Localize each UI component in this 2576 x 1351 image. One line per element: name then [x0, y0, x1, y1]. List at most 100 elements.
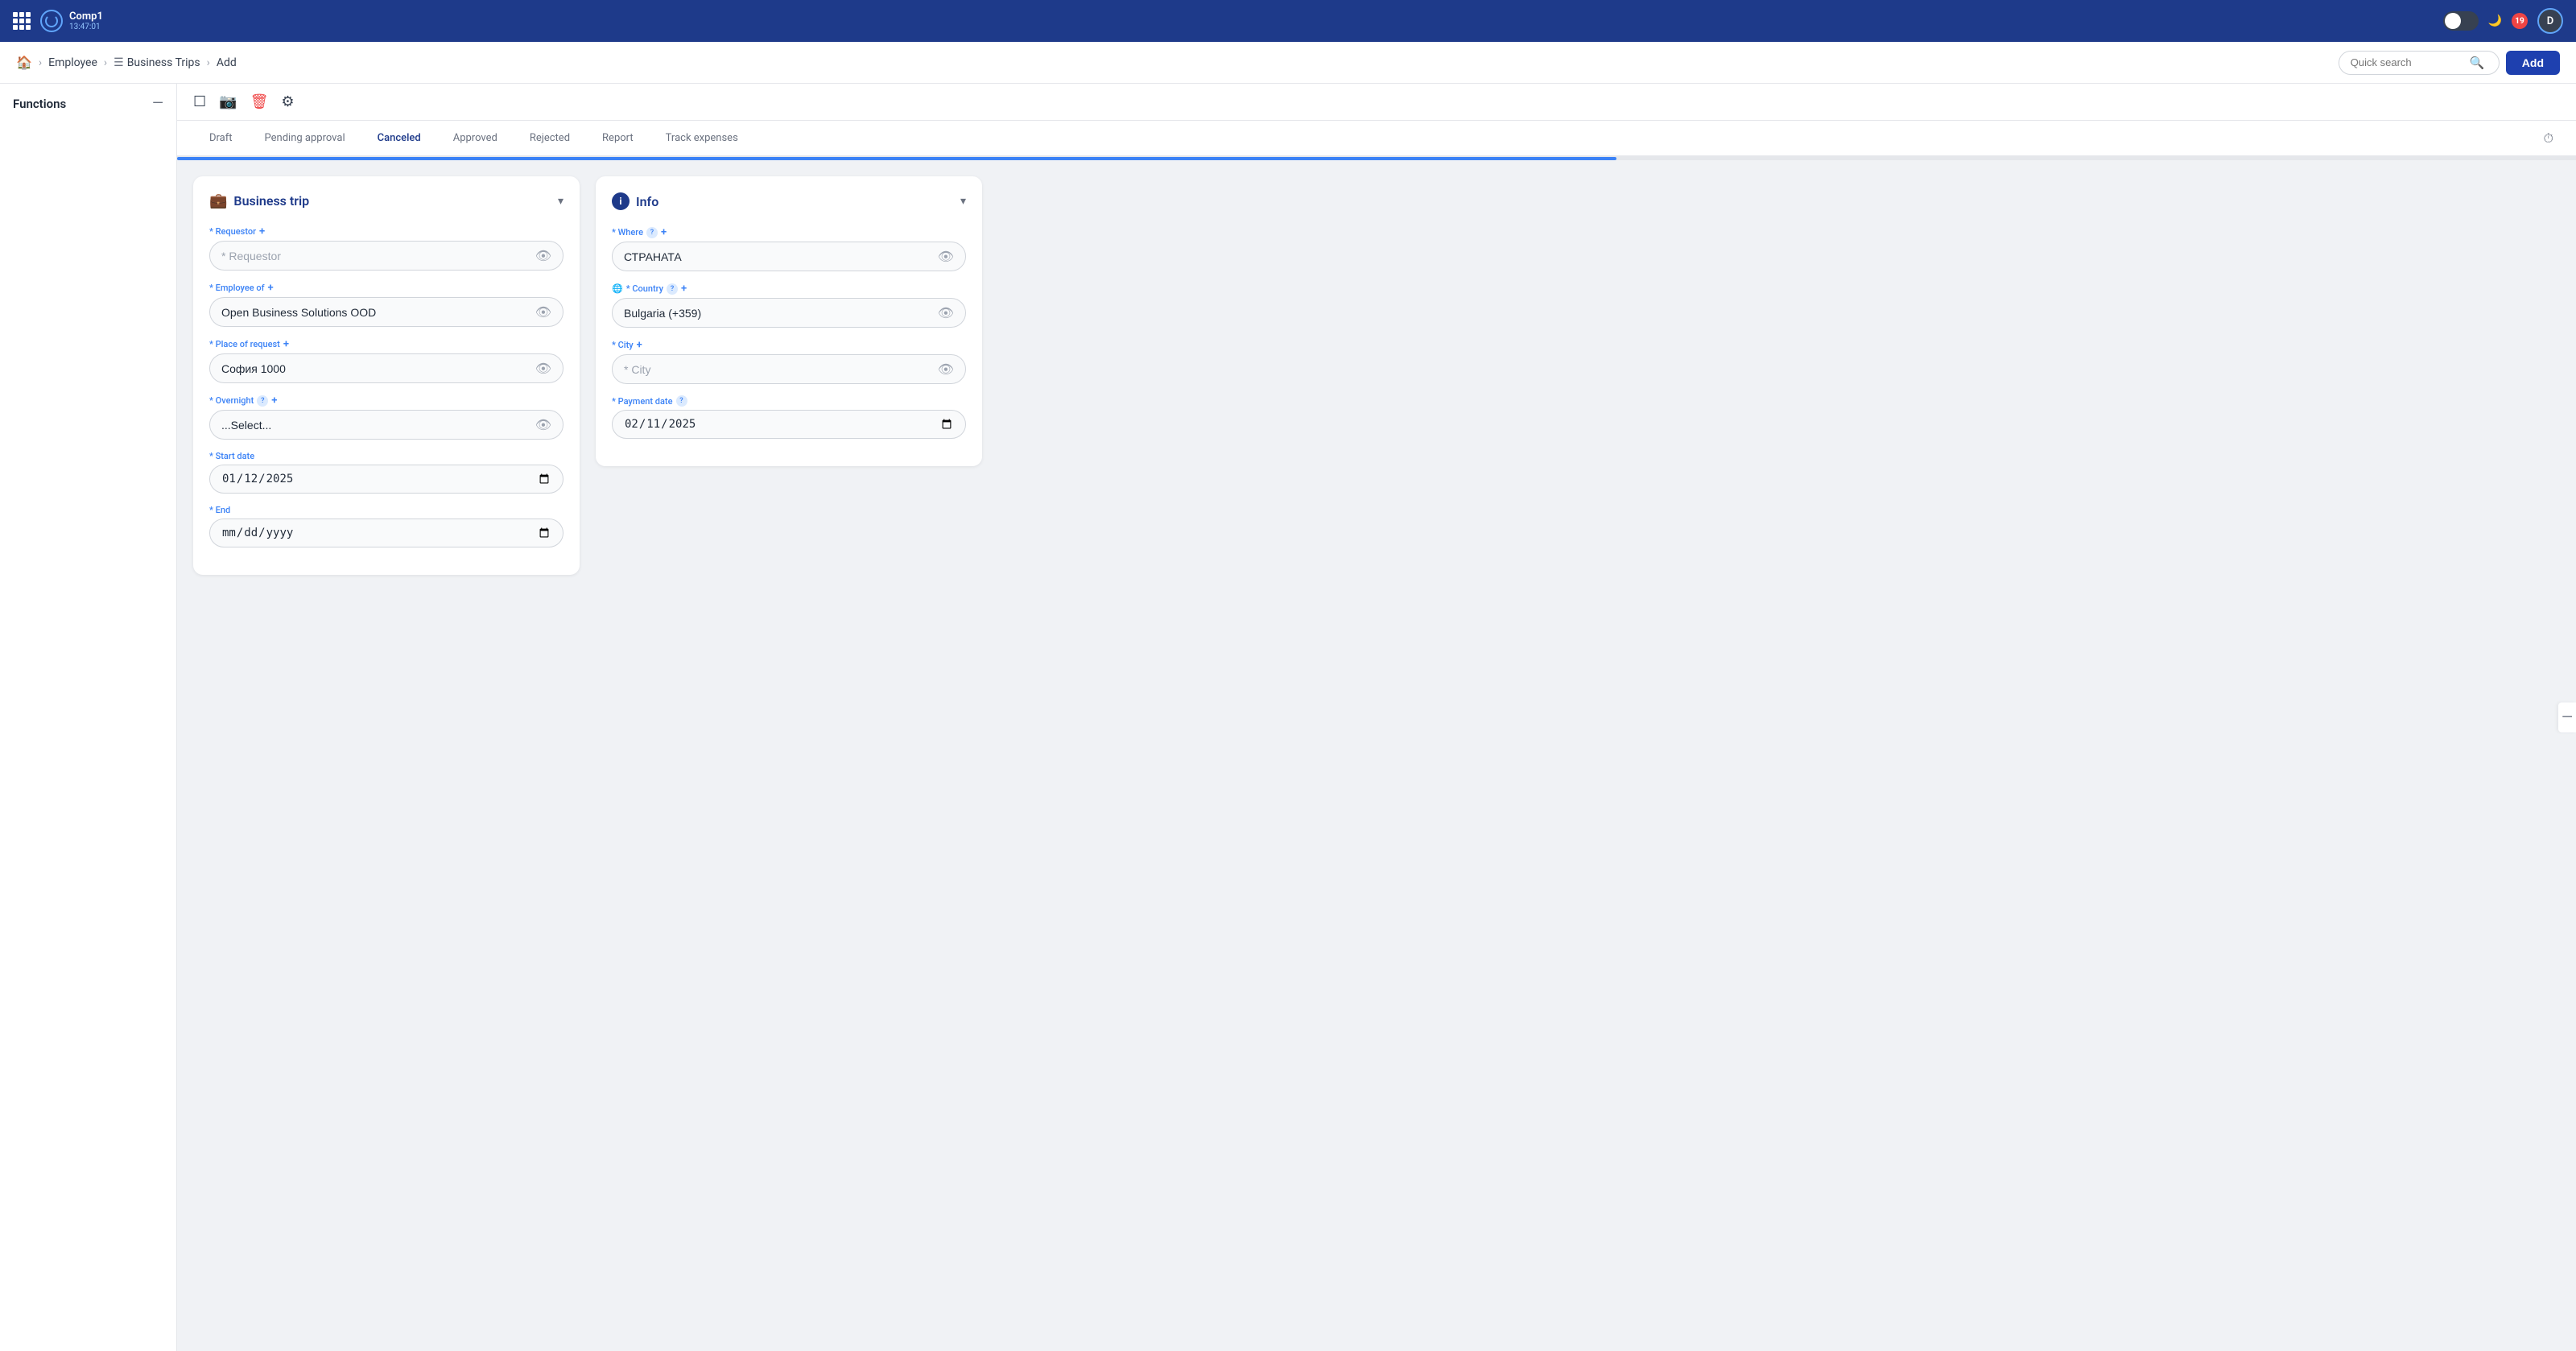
tab-approved[interactable]: Approved — [437, 121, 514, 157]
requestor-eye-icon[interactable]: 👁 — [535, 248, 551, 263]
overnight-input-wrap[interactable]: 👁 — [209, 410, 564, 440]
end-date-field: * End — [209, 505, 564, 547]
payment-date-input[interactable] — [624, 417, 954, 432]
info-card-header: i Info ▾ — [612, 192, 966, 210]
where-label: * Where ? + — [612, 226, 966, 238]
brand-logo — [40, 10, 63, 32]
search-icon: 🔍 — [2470, 56, 2485, 70]
breadcrumb-business-trips[interactable]: Business Trips — [127, 56, 200, 69]
tab-rejected[interactable]: Rejected — [514, 121, 586, 157]
tab-report[interactable]: Report — [586, 121, 650, 157]
city-eye-icon[interactable]: 👁 — [938, 362, 954, 377]
employee-of-input[interactable] — [221, 306, 535, 319]
brand: Comp1 13:47:01 — [40, 10, 103, 32]
grid-menu-icon[interactable] — [13, 12, 31, 30]
business-trip-title: 💼 Business trip — [209, 192, 309, 209]
business-trip-collapse-button[interactable]: ▾ — [558, 195, 564, 208]
search-input-wrap[interactable]: 🔍 — [2339, 51, 2500, 75]
user-avatar[interactable]: D — [2537, 8, 2563, 34]
delete-icon[interactable]: 🗑 — [250, 93, 269, 110]
employee-of-eye-icon[interactable]: 👁 — [535, 304, 551, 320]
content-area: ☐ 📷 🗑 ⚙ Draft Pending approval Canceled … — [177, 84, 2576, 591]
sidebar-header: Functions — — [0, 97, 176, 121]
notification-badge[interactable]: 19 — [2512, 13, 2528, 29]
requestor-field: * Requestor + 👁 — [209, 225, 564, 271]
briefcase-icon: 💼 — [209, 192, 227, 209]
place-of-request-input[interactable] — [221, 362, 535, 375]
info-title: i Info — [612, 192, 658, 210]
place-of-request-add-button[interactable]: + — [283, 338, 289, 350]
overnight-add-button[interactable]: + — [271, 395, 277, 407]
payment-date-input-wrap[interactable] — [612, 410, 966, 439]
info-icon: i — [612, 192, 630, 210]
place-of-request-eye-icon[interactable]: 👁 — [535, 361, 551, 376]
sidebar-collapse-button[interactable]: — — [152, 97, 163, 111]
breadcrumb-bar: 🏠 › Employee › ☰ Business Trips › Add 🔍 … — [0, 42, 2576, 84]
requestor-add-button[interactable]: + — [259, 225, 265, 238]
tab-pending-approval[interactable]: Pending approval — [249, 121, 361, 157]
city-input[interactable] — [624, 363, 938, 376]
end-date-input[interactable] — [221, 526, 551, 540]
end-date-label: * End — [209, 505, 564, 515]
country-add-button[interactable]: + — [681, 283, 687, 295]
start-date-label: * Start date — [209, 451, 564, 461]
add-button[interactable]: Add — [2506, 51, 2560, 75]
where-eye-icon[interactable]: 👁 — [938, 249, 954, 264]
tab-draft[interactable]: Draft — [193, 121, 249, 157]
form-toolbar: ☐ 📷 🗑 ⚙ — [177, 84, 2576, 121]
where-input[interactable] — [624, 250, 938, 263]
save-icon[interactable]: 📷 — [219, 93, 237, 110]
country-label: 🌐 * Country ? + — [612, 283, 966, 295]
tab-scroll-button[interactable]: ⏱ — [2537, 124, 2560, 153]
payment-date-help-icon[interactable]: ? — [676, 395, 687, 407]
city-input-wrap[interactable]: 👁 — [612, 354, 966, 384]
payment-date-field: * Payment date ? — [612, 395, 966, 439]
new-doc-icon[interactable]: ☐ — [193, 93, 206, 110]
where-help-icon[interactable]: ? — [646, 227, 658, 238]
breadcrumb-add: Add — [217, 56, 237, 69]
home-link[interactable]: 🏠 — [16, 55, 32, 70]
where-input-wrap[interactable]: 👁 — [612, 242, 966, 271]
city-field: * City + 👁 — [612, 339, 966, 384]
theme-toggle[interactable] — [2443, 11, 2479, 31]
tab-canceled[interactable]: Canceled — [361, 121, 437, 157]
requestor-input[interactable] — [221, 250, 535, 262]
city-add-button[interactable]: + — [637, 339, 642, 351]
where-field: * Where ? + 👁 — [612, 226, 966, 271]
start-date-input[interactable] — [221, 472, 551, 486]
where-add-button[interactable]: + — [661, 226, 667, 238]
info-collapse-button[interactable]: ▾ — [960, 195, 966, 208]
overnight-input[interactable] — [221, 419, 535, 432]
city-label: * City + — [612, 339, 966, 351]
country-input-wrap[interactable]: 👁 — [612, 298, 966, 328]
overnight-field: * Overnight ? + 👁 — [209, 395, 564, 440]
sidebar-title: Functions — [13, 97, 66, 111]
search-input[interactable] — [2351, 56, 2463, 68]
requestor-label: * Requestor + — [209, 225, 564, 238]
employee-of-add-button[interactable]: + — [268, 282, 274, 294]
navbar: Comp1 13:47:01 🌙 19 D — [0, 0, 2576, 42]
overnight-help-icon[interactable]: ? — [257, 395, 268, 407]
right-panel-collapse-button[interactable]: — — [2558, 703, 2576, 733]
payment-date-label: * Payment date ? — [612, 395, 966, 407]
start-date-input-wrap[interactable] — [209, 465, 564, 494]
requestor-input-wrap[interactable]: 👁 — [209, 241, 564, 271]
content-wrapper: ☐ 📷 🗑 ⚙ Draft Pending approval Canceled … — [177, 84, 2576, 1351]
place-of-request-input-wrap[interactable]: 👁 — [209, 353, 564, 383]
settings-icon[interactable]: ⚙ — [281, 93, 294, 110]
end-date-input-wrap[interactable] — [209, 519, 564, 547]
tab-track-expenses[interactable]: Track expenses — [650, 121, 754, 157]
country-eye-icon[interactable]: 👁 — [938, 305, 954, 320]
breadcrumb-sep-3: › — [207, 56, 210, 69]
country-input[interactable] — [624, 307, 938, 320]
start-date-field: * Start date — [209, 451, 564, 494]
breadcrumb-sep-2: › — [104, 56, 107, 69]
moon-icon: 🌙 — [2488, 14, 2502, 27]
list-icon: ☰ — [114, 56, 124, 69]
overnight-eye-icon[interactable]: 👁 — [535, 417, 551, 432]
country-help-icon[interactable]: ? — [667, 283, 678, 295]
breadcrumb-employee[interactable]: Employee — [48, 56, 97, 69]
status-tabs: Draft Pending approval Canceled Approved… — [177, 121, 2576, 157]
employee-of-input-wrap[interactable]: 👁 — [209, 297, 564, 327]
breadcrumb-business-trips-wrap: ☰ Business Trips — [114, 56, 200, 69]
